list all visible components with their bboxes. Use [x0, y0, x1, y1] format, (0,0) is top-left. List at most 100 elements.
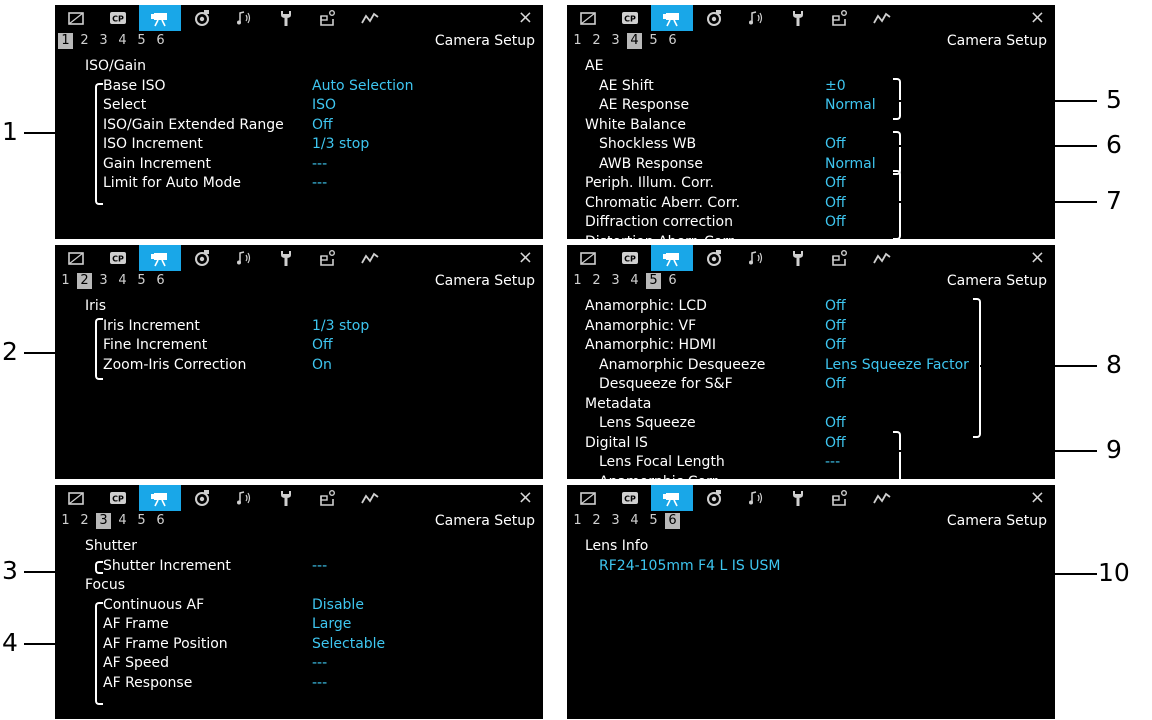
- tab-camera[interactable]: [651, 5, 693, 31]
- tab-audio[interactable]: [223, 485, 265, 511]
- page-number[interactable]: 3: [608, 513, 623, 529]
- tab-aperture[interactable]: [693, 5, 735, 31]
- callout-number: 6: [1106, 130, 1122, 159]
- page-number[interactable]: 4: [627, 33, 642, 49]
- tab-screen[interactable]: [55, 245, 97, 271]
- page-number[interactable]: 3: [96, 513, 111, 529]
- page-number[interactable]: 4: [115, 33, 130, 49]
- page-number[interactable]: 5: [646, 273, 661, 289]
- menu-label: Periph. Illum. Corr.: [585, 175, 714, 191]
- page-number[interactable]: 5: [134, 273, 149, 289]
- close-icon[interactable]: ×: [518, 246, 533, 270]
- tab-audio[interactable]: [223, 245, 265, 271]
- page-number[interactable]: 1: [58, 513, 73, 529]
- page-number[interactable]: 6: [665, 273, 680, 289]
- page-number[interactable]: 4: [627, 513, 642, 529]
- page-number[interactable]: 2: [77, 273, 92, 289]
- tab-audio[interactable]: [735, 5, 777, 31]
- page-number[interactable]: 4: [627, 273, 642, 289]
- tab-cp[interactable]: CP: [97, 245, 139, 271]
- tab-audio[interactable]: [735, 485, 777, 511]
- page-number[interactable]: 3: [608, 33, 623, 49]
- tab-waveform[interactable]: [861, 245, 903, 271]
- page-number[interactable]: 3: [96, 33, 111, 49]
- tab-assist[interactable]: [307, 5, 349, 31]
- tab-screen[interactable]: [567, 485, 609, 511]
- close-icon[interactable]: ×: [1030, 246, 1045, 270]
- page-number[interactable]: 5: [134, 513, 149, 529]
- page-number[interactable]: 1: [570, 33, 585, 49]
- tab-camera[interactable]: [139, 5, 181, 31]
- page-number[interactable]: 1: [58, 33, 73, 49]
- page-number[interactable]: 3: [96, 273, 111, 289]
- tab-aperture[interactable]: [181, 5, 223, 31]
- page-number[interactable]: 2: [77, 513, 92, 529]
- page-number[interactable]: 1: [58, 273, 73, 289]
- tab-aperture[interactable]: [693, 485, 735, 511]
- page-number[interactable]: 1: [570, 513, 585, 529]
- close-icon[interactable]: ×: [518, 6, 533, 30]
- tab-screen[interactable]: [567, 245, 609, 271]
- page-number[interactable]: 4: [115, 273, 130, 289]
- tab-aperture[interactable]: [693, 245, 735, 271]
- close-icon[interactable]: ×: [518, 486, 533, 510]
- tab-cp[interactable]: CP: [609, 245, 651, 271]
- tab-assist[interactable]: [819, 245, 861, 271]
- tab-assist[interactable]: [819, 485, 861, 511]
- tab-aperture[interactable]: [181, 245, 223, 271]
- tab-wrench[interactable]: [265, 245, 307, 271]
- page-number[interactable]: 5: [646, 33, 661, 49]
- menu-label: Limit for Auto Mode: [103, 175, 241, 191]
- tab-screen[interactable]: [567, 5, 609, 31]
- tab-waveform[interactable]: [861, 485, 903, 511]
- tab-cp[interactable]: CP: [609, 485, 651, 511]
- menu-value: 1/3 stop: [312, 136, 370, 152]
- page-number[interactable]: 2: [77, 33, 92, 49]
- menu-value: Off: [825, 136, 846, 152]
- tab-waveform[interactable]: [349, 5, 391, 31]
- page-number[interactable]: 3: [608, 273, 623, 289]
- menu-value: ---: [825, 473, 840, 480]
- tab-wrench[interactable]: [777, 485, 819, 511]
- tab-screen[interactable]: [55, 5, 97, 31]
- tab-cp[interactable]: CP: [97, 485, 139, 511]
- close-icon[interactable]: ×: [1030, 6, 1045, 30]
- menu-value: Disable: [312, 596, 364, 613]
- page-number[interactable]: 5: [134, 33, 149, 49]
- tab-wrench[interactable]: [777, 245, 819, 271]
- panel-title: Camera Setup: [946, 33, 1047, 49]
- page-number[interactable]: 6: [153, 273, 168, 289]
- page-number[interactable]: 5: [646, 513, 661, 529]
- page-number[interactable]: 6: [153, 33, 168, 49]
- menu-tab-bar: CP ×: [567, 485, 1055, 511]
- tab-wrench[interactable]: [265, 5, 307, 31]
- page-number[interactable]: 2: [589, 513, 604, 529]
- page-number[interactable]: 6: [665, 33, 680, 49]
- tab-camera[interactable]: [651, 245, 693, 271]
- tab-assist[interactable]: [819, 5, 861, 31]
- page-number[interactable]: 1: [570, 273, 585, 289]
- tab-cp[interactable]: CP: [609, 5, 651, 31]
- page-number[interactable]: 2: [589, 273, 604, 289]
- tab-wrench[interactable]: [265, 485, 307, 511]
- tab-audio[interactable]: [735, 245, 777, 271]
- tab-camera[interactable]: [139, 245, 181, 271]
- tab-wrench[interactable]: [777, 5, 819, 31]
- tab-waveform[interactable]: [349, 485, 391, 511]
- tab-assist[interactable]: [307, 245, 349, 271]
- page-number[interactable]: 2: [589, 33, 604, 49]
- tab-assist[interactable]: [307, 485, 349, 511]
- tab-waveform[interactable]: [349, 245, 391, 271]
- callout-line: [897, 100, 1097, 102]
- page-number[interactable]: 6: [665, 513, 680, 529]
- tab-camera[interactable]: [651, 485, 693, 511]
- tab-aperture[interactable]: [181, 485, 223, 511]
- page-number[interactable]: 4: [115, 513, 130, 529]
- tab-audio[interactable]: [223, 5, 265, 31]
- tab-camera[interactable]: [139, 485, 181, 511]
- tab-cp[interactable]: CP: [97, 5, 139, 31]
- close-icon[interactable]: ×: [1030, 486, 1045, 510]
- tab-screen[interactable]: [55, 485, 97, 511]
- page-number[interactable]: 6: [153, 513, 168, 529]
- tab-waveform[interactable]: [861, 5, 903, 31]
